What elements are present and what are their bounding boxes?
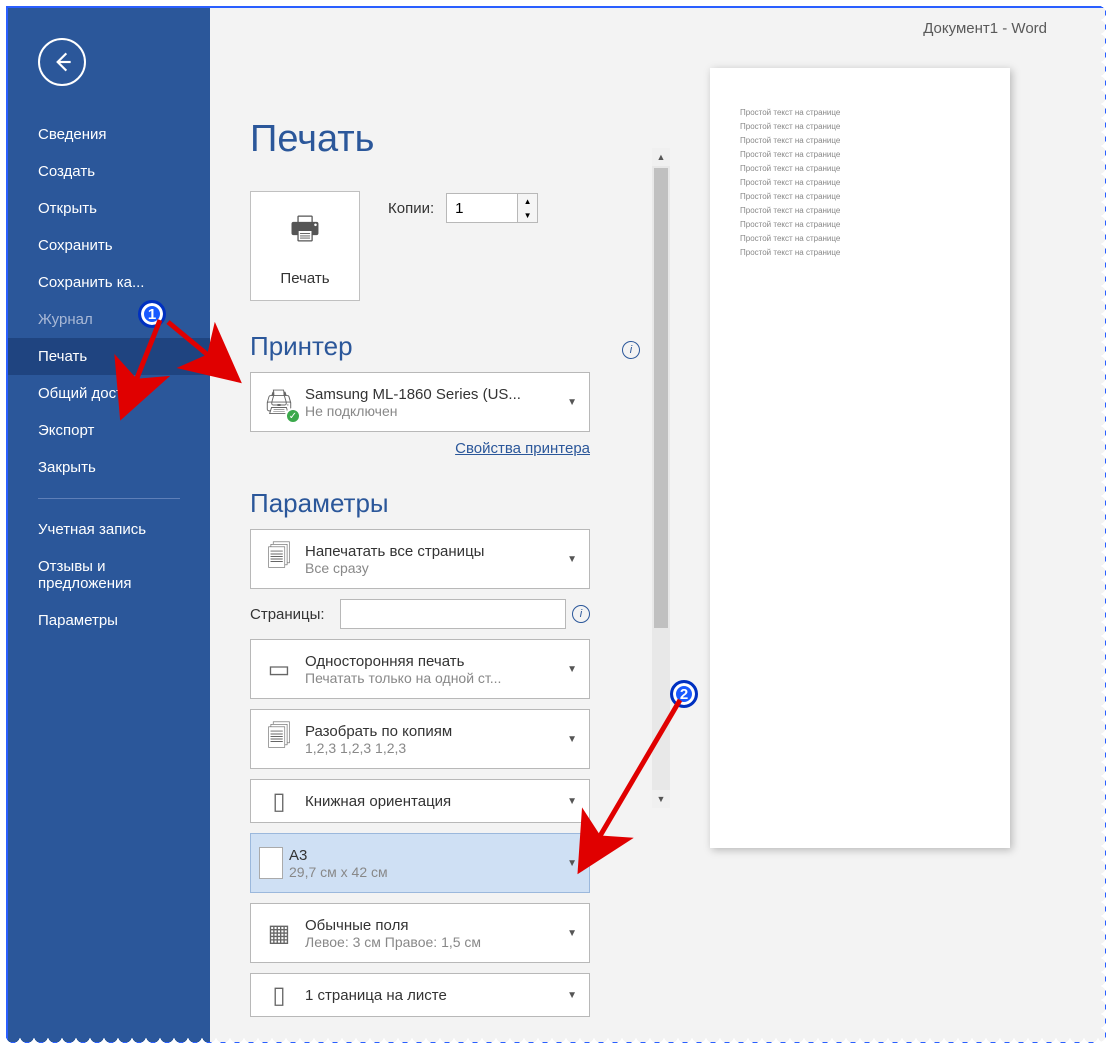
preview-line: Простой текст на странице xyxy=(740,234,980,243)
chevron-down-icon: ▼ xyxy=(563,796,581,807)
print-button[interactable]: 🖶 Печать xyxy=(250,191,360,301)
window-title: Документ1 - Word xyxy=(923,20,1047,37)
arrow-left-icon xyxy=(49,49,75,75)
collate-sub: 1,2,3 1,2,3 1,2,3 xyxy=(305,740,563,756)
sidebar-item-new[interactable]: Создать xyxy=(8,153,210,190)
scroll-thumb[interactable] xyxy=(654,168,668,628)
print-range-dropdown[interactable]: 🗐 Напечатать все страницы Все сразу ▼ xyxy=(250,529,590,589)
preview-line: Простой текст на странице xyxy=(740,178,980,187)
margins-dropdown[interactable]: ▦ Обычные поля Левое: 3 см Правое: 1,5 с… xyxy=(250,903,590,963)
annotation-marker-1: 1 xyxy=(138,300,166,328)
sidebar-separator xyxy=(38,498,180,499)
paper-title: A3 xyxy=(289,847,563,864)
printer-info-icon[interactable]: i xyxy=(622,341,640,359)
preview-line: Простой текст на странице xyxy=(740,248,980,257)
collate-dropdown[interactable]: 🗐 Разобрать по копиям 1,2,3 1,2,3 1,2,3 … xyxy=(250,709,590,769)
print-range-sub: Все сразу xyxy=(305,560,563,576)
sidebar-item-feedback[interactable]: Отзывы и предложения xyxy=(8,548,210,602)
chevron-down-icon: ▼ xyxy=(563,928,581,939)
printer-device-icon: 🖨 ✓ xyxy=(259,382,299,422)
preview-line: Простой текст на странице xyxy=(740,122,980,131)
printer-status: Не подключен xyxy=(305,403,563,419)
chevron-down-icon: ▼ xyxy=(563,990,581,1001)
sidebar-item-save[interactable]: Сохранить xyxy=(8,227,210,264)
sidebar-item-saveas[interactable]: Сохранить ка... xyxy=(8,264,210,301)
sidebar-item-history: Журнал xyxy=(8,301,210,338)
printer-icon: 🖶 xyxy=(290,206,320,260)
printer-ready-check-icon: ✓ xyxy=(285,408,301,424)
sidebar-item-export[interactable]: Экспорт xyxy=(8,412,210,449)
pages-field-input[interactable] xyxy=(340,599,566,629)
printer-properties-link[interactable]: Свойства принтера xyxy=(455,440,590,457)
scroll-down-button[interactable]: ▼ xyxy=(652,790,670,808)
preview-line: Простой текст на странице xyxy=(740,136,980,145)
chevron-down-icon: ▼ xyxy=(563,858,581,869)
sidebar-item-open[interactable]: Открыть xyxy=(8,190,210,227)
pages-icon: 🗐 xyxy=(259,539,299,579)
preview-line: Простой текст на странице xyxy=(740,150,980,159)
copies-label: Копии: xyxy=(388,200,434,217)
chevron-down-icon: ▼ xyxy=(563,397,581,408)
printer-dropdown[interactable]: 🖨 ✓ Samsung ML-1860 Series (US... Не под… xyxy=(250,372,590,432)
pages-info-icon[interactable]: i xyxy=(572,605,590,623)
print-preview-column: Простой текст на странице Простой текст … xyxy=(670,8,1105,1042)
settings-scrollbar[interactable]: ▲ ▼ xyxy=(652,148,670,808)
orientation-title: Книжная ориентация xyxy=(305,793,563,810)
sidebar-item-options[interactable]: Параметры xyxy=(8,602,210,639)
sidebar-nav: Сведения Создать Открыть Сохранить Сохра… xyxy=(8,116,210,639)
backstage-sidebar: Сведения Создать Открыть Сохранить Сохра… xyxy=(8,8,210,1042)
copies-up[interactable]: ▲ xyxy=(518,194,537,208)
collate-title: Разобрать по копиям xyxy=(305,723,563,740)
orientation-dropdown[interactable]: ▯ Книжная ориентация ▼ xyxy=(250,779,590,823)
params-heading: Параметры xyxy=(250,488,640,519)
back-button[interactable] xyxy=(38,38,86,86)
preview-line: Простой текст на странице xyxy=(740,108,980,117)
chevron-down-icon: ▼ xyxy=(563,734,581,745)
paper-size-dropdown[interactable]: A3 29,7 см x 42 см ▼ xyxy=(250,833,590,893)
sidebar-item-print[interactable]: Печать xyxy=(8,338,210,375)
page-title: Печать xyxy=(250,118,640,161)
margins-sub: Левое: 3 см Правое: 1,5 см xyxy=(305,934,563,950)
collate-icon: 🗐 xyxy=(259,719,299,759)
page-per-sheet-icon: ▯ xyxy=(259,975,299,1015)
sidebar-item-account[interactable]: Учетная запись xyxy=(8,511,210,548)
print-pane: Документ1 - Word Печать 🖶 Печать Копии: … xyxy=(210,8,1105,1042)
pages-per-sheet-dropdown[interactable]: ▯ 1 страница на листе ▼ xyxy=(250,973,590,1017)
pages-field-label: Страницы: xyxy=(250,606,340,623)
printer-name: Samsung ML-1860 Series (US... xyxy=(305,386,563,403)
chevron-down-icon: ▼ xyxy=(563,554,581,565)
portrait-icon: ▯ xyxy=(259,781,299,821)
copies-spinbox[interactable]: ▲ ▼ xyxy=(446,193,538,223)
page-preview: Простой текст на странице Простой текст … xyxy=(710,68,1010,848)
sidebar-item-close[interactable]: Закрыть xyxy=(8,449,210,486)
print-button-label: Печать xyxy=(280,270,329,287)
chevron-down-icon: ▼ xyxy=(563,664,581,675)
sidebar-item-info[interactable]: Сведения xyxy=(8,116,210,153)
sides-dropdown[interactable]: ▭ Односторонняя печать Печатать только н… xyxy=(250,639,590,699)
preview-line: Простой текст на странице xyxy=(740,220,980,229)
paper-icon xyxy=(259,847,283,879)
preview-line: Простой текст на странице xyxy=(740,206,980,215)
printer-heading: Принтер i xyxy=(250,331,640,362)
print-settings-column: Печать 🖶 Печать Копии: ▲ ▼ xyxy=(210,8,640,1042)
copies-down[interactable]: ▼ xyxy=(518,208,537,222)
sidebar-item-share[interactable]: Общий доступ xyxy=(8,375,210,412)
sides-title: Односторонняя печать xyxy=(305,653,563,670)
paper-sub: 29,7 см x 42 см xyxy=(289,864,563,880)
pages-per-sheet-title: 1 страница на листе xyxy=(305,987,563,1004)
margins-title: Обычные поля xyxy=(305,917,563,934)
copies-input[interactable] xyxy=(446,193,518,223)
preview-line: Простой текст на странице xyxy=(740,164,980,173)
scroll-up-button[interactable]: ▲ xyxy=(652,148,670,166)
annotation-marker-2: 2 xyxy=(670,680,698,708)
preview-line: Простой текст на странице xyxy=(740,192,980,201)
one-side-icon: ▭ xyxy=(259,649,299,689)
sides-sub: Печатать только на одной ст... xyxy=(305,670,563,686)
print-range-title: Напечатать все страницы xyxy=(305,543,563,560)
margins-icon: ▦ xyxy=(259,913,299,953)
